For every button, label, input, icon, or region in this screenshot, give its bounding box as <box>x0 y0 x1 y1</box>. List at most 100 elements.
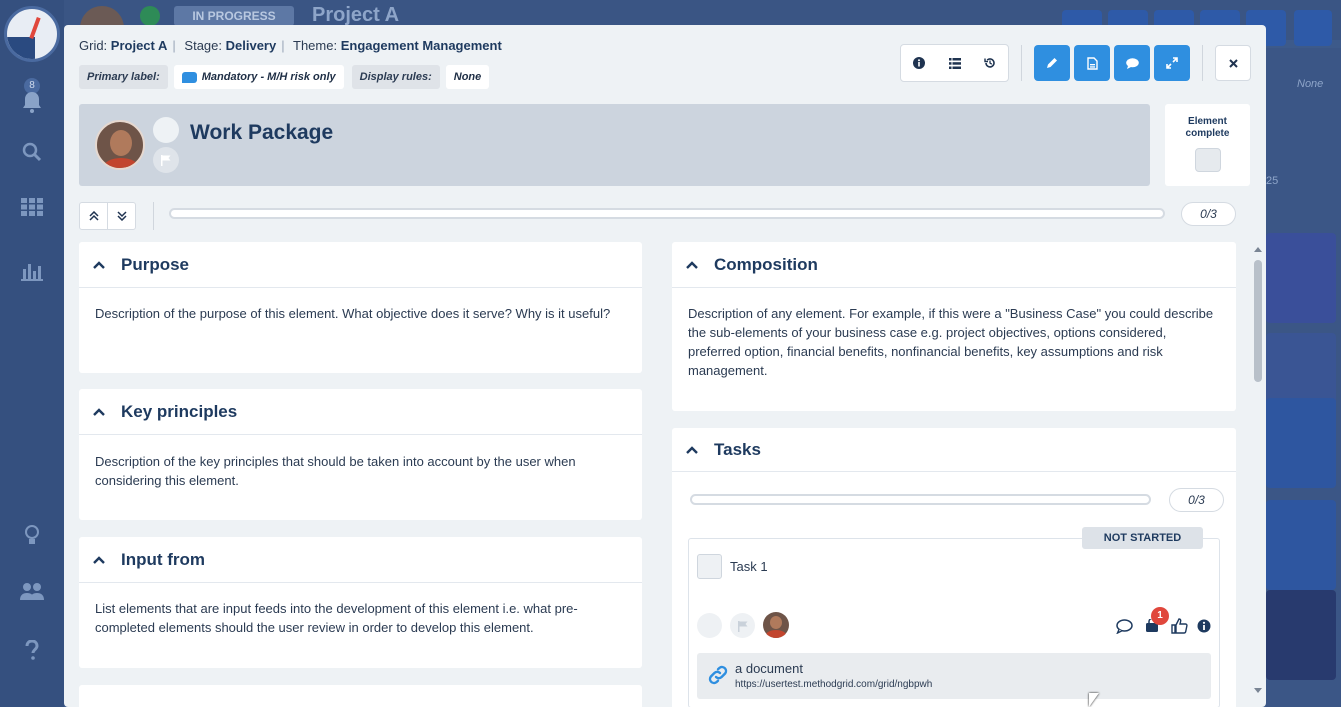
info-icon <box>912 57 925 69</box>
background-card <box>1266 590 1336 680</box>
element-progress-bar <box>169 208 1165 219</box>
view-toolbar <box>900 44 1009 82</box>
stage-value[interactable]: Delivery <box>226 38 277 53</box>
owner-avatar[interactable] <box>95 120 145 170</box>
document-url[interactable]: https://usertest.methodgrid.com/grid/ngb… <box>735 679 932 690</box>
task-name[interactable]: Task 1 <box>730 559 768 574</box>
input-from-header[interactable]: Input from <box>79 537 642 583</box>
key-principles-panel: Key principles Description of the key pr… <box>79 389 642 520</box>
bell-icon[interactable] <box>21 90 43 120</box>
grid-label: Grid: <box>79 38 108 53</box>
element-complete-card: Element complete <box>1165 104 1250 186</box>
progress-divider <box>153 202 154 230</box>
primary-label-title: Primary label: <box>79 65 168 89</box>
thumbs-up-icon <box>1170 618 1188 634</box>
composition-header[interactable]: Composition <box>672 242 1236 288</box>
chevron-up-icon[interactable] <box>91 552 107 568</box>
expand-all-button[interactable] <box>107 203 135 229</box>
composition-panel: Composition Description of any element. … <box>672 242 1236 411</box>
display-rules-value[interactable]: None <box>445 65 490 89</box>
background-right-number: 25 <box>1266 175 1279 187</box>
chevron-up-icon[interactable] <box>684 442 700 458</box>
grid-value[interactable]: Project A <box>111 38 168 53</box>
next-panel <box>79 685 642 707</box>
input-from-body: List elements that are input feeds into … <box>95 601 578 635</box>
collapse-all-button[interactable] <box>80 203 107 229</box>
toolbar-divider <box>1202 45 1203 81</box>
help-icon[interactable] <box>20 639 44 664</box>
history-button[interactable] <box>972 45 1008 81</box>
element-progress-count: 0/3 <box>1181 202 1236 226</box>
users-icon[interactable] <box>20 582 44 606</box>
status-circle[interactable] <box>153 117 179 143</box>
breadcrumb: Grid: Project A | Stage: Delivery | Theme:… <box>79 38 502 53</box>
task-flag-button[interactable] <box>730 613 755 638</box>
list-icon <box>948 57 961 69</box>
info-icon <box>1197 619 1211 633</box>
task-document-link[interactable]: a document https://usertest.methodgrid.c… <box>697 653 1211 699</box>
mouse-cursor <box>1089 693 1099 707</box>
background-right-label: None <box>1297 78 1324 90</box>
close-button[interactable] <box>1215 45 1251 81</box>
scroll-up-arrow[interactable] <box>1254 247 1262 252</box>
theme-label: Theme: <box>293 38 338 53</box>
key-principles-title: Key principles <box>121 401 238 421</box>
key-principles-body: Description of the key principles that s… <box>95 454 576 488</box>
app-logo[interactable] <box>4 6 60 62</box>
task-like-button[interactable] <box>1169 616 1189 636</box>
background-card <box>1266 398 1336 488</box>
collapse-all-icon <box>88 211 99 221</box>
tasks-title: Tasks <box>714 439 761 459</box>
background-status-badge: IN PROGRESS <box>174 6 294 26</box>
expand-all-icon <box>116 211 127 221</box>
grid-icon[interactable] <box>20 198 44 222</box>
fullscreen-button[interactable] <box>1154 45 1190 81</box>
comment-icon <box>1125 57 1139 69</box>
theme-value[interactable]: Engagement Management <box>341 38 502 53</box>
task-checkbox[interactable] <box>697 554 722 579</box>
chevron-up-icon[interactable] <box>684 257 700 273</box>
edit-button[interactable] <box>1034 45 1070 81</box>
background-project-title: Project A <box>312 4 400 26</box>
lightbulb-icon[interactable] <box>20 525 44 549</box>
export-pdf-button[interactable] <box>1074 45 1110 81</box>
task-attachment-count: 1 <box>1151 607 1169 625</box>
composition-body: Description of any element. For example,… <box>688 306 1214 378</box>
task-info-button[interactable] <box>1194 616 1214 636</box>
flag-button[interactable] <box>153 147 179 173</box>
element-complete-checkbox[interactable] <box>1194 148 1221 172</box>
scrollbar-thumb[interactable] <box>1254 260 1262 382</box>
element-header: Work Package <box>79 104 1150 186</box>
primary-label-chip[interactable]: Mandatory - M/H risk only <box>173 65 344 89</box>
task-status-circle[interactable] <box>697 613 722 638</box>
info-button[interactable] <box>901 45 937 81</box>
chevron-up-icon[interactable] <box>91 257 107 273</box>
modal-scrollbar[interactable] <box>1250 242 1266 700</box>
task-status-badge: NOT STARTED <box>1082 527 1203 549</box>
label-tag-icon <box>181 71 197 83</box>
scroll-down-arrow[interactable] <box>1254 688 1262 693</box>
link-icon <box>708 665 728 685</box>
composition-title: Composition <box>714 254 818 274</box>
element-complete-label: Element complete <box>1185 116 1230 139</box>
toolbar-divider <box>1021 45 1022 81</box>
task-comment-button[interactable] <box>1114 616 1134 636</box>
purpose-body: Description of the purpose of this eleme… <box>95 306 611 321</box>
stage-label: Stage: <box>184 38 222 53</box>
background-card <box>1266 233 1336 323</box>
display-rules-title: Display rules: <box>351 65 440 89</box>
key-principles-header[interactable]: Key principles <box>79 389 642 435</box>
task-card: Task 1 1 a document https://usertest.met… <box>688 538 1220 707</box>
chart-icon[interactable] <box>20 261 44 285</box>
document-title[interactable]: a document <box>735 661 803 676</box>
list-view-button[interactable] <box>937 45 973 81</box>
history-icon <box>984 58 995 68</box>
tasks-header[interactable]: Tasks <box>672 428 1236 472</box>
chevron-up-icon[interactable] <box>91 404 107 420</box>
task-assignee-avatar[interactable] <box>763 612 789 638</box>
comments-button[interactable] <box>1114 45 1150 81</box>
element-title: Work Package <box>190 121 334 144</box>
search-icon[interactable] <box>20 142 44 166</box>
element-modal: Grid: Project A | Stage: Delivery | Theme:… <box>64 25 1266 707</box>
purpose-header[interactable]: Purpose <box>79 242 642 288</box>
